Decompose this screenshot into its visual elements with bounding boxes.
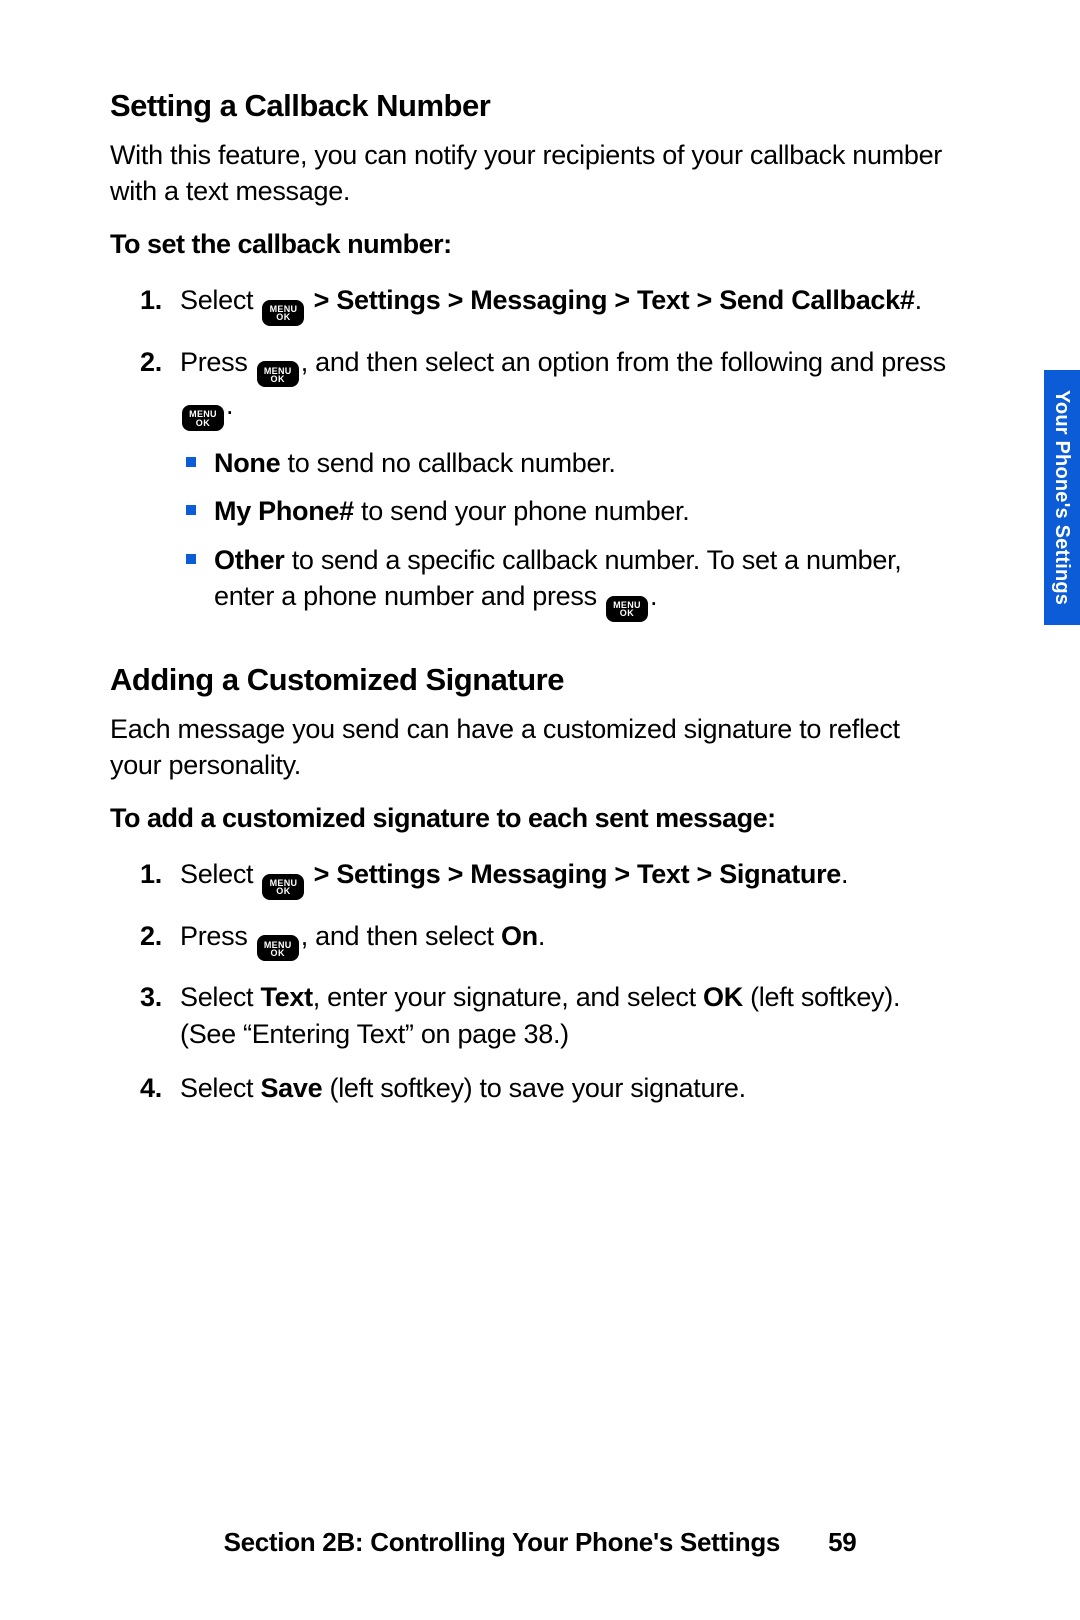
step-item: 1. Select MENUOK > Settings > Messaging … xyxy=(110,856,950,900)
heading-callback: Setting a Callback Number xyxy=(110,88,950,124)
option-save: Save xyxy=(260,1073,322,1103)
steps-signature: 1. Select MENUOK > Settings > Messaging … xyxy=(110,856,950,1107)
intro-signature: Each message you send can have a customi… xyxy=(110,712,950,783)
step-number: 1. xyxy=(140,856,180,900)
step-content: Select MENUOK > Settings > Messaging > T… xyxy=(180,282,950,326)
page-number: 59 xyxy=(828,1527,856,1557)
content-area: Setting a Callback Number With this feat… xyxy=(110,88,950,1107)
bullet-item: None to send no callback number. xyxy=(180,445,950,481)
step-content: Press MENUOK, and then select On. xyxy=(180,918,950,962)
option-ok: OK xyxy=(703,982,743,1012)
text: Select xyxy=(180,859,260,889)
text: , and then select xyxy=(301,921,501,951)
option-on: On xyxy=(501,921,538,951)
manual-page: Setting a Callback Number With this feat… xyxy=(0,0,1080,1620)
step-number: 2. xyxy=(140,918,180,962)
text: Select xyxy=(180,982,260,1012)
heading-signature: Adding a Customized Signature xyxy=(110,662,950,698)
subheading-callback: To set the callback number: xyxy=(110,229,950,260)
nav-path: > Settings > Messaging > Text > Signatur… xyxy=(306,859,841,889)
side-tab-label: Your Phone's Settings xyxy=(1051,390,1074,605)
step-item: 1. Select MENUOK > Settings > Messaging … xyxy=(110,282,950,326)
intro-callback: With this feature, you can notify your r… xyxy=(110,138,950,209)
page-footer: Section 2B: Controlling Your Phone's Set… xyxy=(0,1527,1080,1558)
text: , enter your signature, and select xyxy=(313,982,703,1012)
text: Press xyxy=(180,921,255,951)
text: to send no callback number. xyxy=(280,448,615,478)
step-number: 2. xyxy=(140,344,180,634)
step-number: 1. xyxy=(140,282,180,326)
menu-ok-key-icon: MENUOK xyxy=(257,361,299,387)
option-text: Text xyxy=(260,982,312,1012)
option-label: None xyxy=(214,448,280,478)
menu-ok-key-icon: MENUOK xyxy=(257,935,299,961)
text: Select xyxy=(180,285,260,315)
step-content: Select Text, enter your signature, and s… xyxy=(180,979,950,1052)
bullet-item: Other to send a specific callback number… xyxy=(180,542,950,622)
option-label: Other xyxy=(214,545,285,575)
text: . xyxy=(915,285,922,315)
side-tab: Your Phone's Settings xyxy=(1044,370,1080,625)
text: . xyxy=(538,921,545,951)
subheading-signature: To add a customized signature to each se… xyxy=(110,803,950,834)
step-item: 2. Press MENUOK, and then select On. xyxy=(110,918,950,962)
step-item: 2. Press MENUOK, and then select an opti… xyxy=(110,344,950,634)
option-bullets: None to send no callback number. My Phon… xyxy=(180,445,950,622)
step-number: 4. xyxy=(140,1070,180,1106)
text: . xyxy=(841,859,848,889)
text: to send a specific callback number. To s… xyxy=(214,545,901,611)
steps-callback: 1. Select MENUOK > Settings > Messaging … xyxy=(110,282,950,634)
step-content: Press MENUOK, and then select an option … xyxy=(180,344,950,634)
step-number: 3. xyxy=(140,979,180,1052)
text: . xyxy=(650,581,657,611)
text: to send your phone number. xyxy=(354,496,690,526)
option-label: My Phone# xyxy=(214,496,354,526)
text: . xyxy=(226,390,233,420)
step-item: 4. Select Save (left softkey) to save yo… xyxy=(110,1070,950,1106)
text: Select xyxy=(180,1073,260,1103)
step-item: 3. Select Text, enter your signature, an… xyxy=(110,979,950,1052)
menu-ok-key-icon: MENUOK xyxy=(606,596,648,622)
text: Press xyxy=(180,347,255,377)
step-content: Select MENUOK > Settings > Messaging > T… xyxy=(180,856,950,900)
bullet-item: My Phone# to send your phone number. xyxy=(180,493,950,529)
text: (left softkey) to save your signature. xyxy=(322,1073,746,1103)
menu-ok-key-icon: MENUOK xyxy=(262,300,304,326)
step-content: Select Save (left softkey) to save your … xyxy=(180,1070,950,1106)
text: , and then select an option from the fol… xyxy=(301,347,946,377)
footer-section-title: Section 2B: Controlling Your Phone's Set… xyxy=(224,1527,781,1557)
menu-ok-key-icon: MENUOK xyxy=(182,405,224,431)
menu-ok-key-icon: MENUOK xyxy=(262,874,304,900)
nav-path: > Settings > Messaging > Text > Send Cal… xyxy=(306,285,914,315)
